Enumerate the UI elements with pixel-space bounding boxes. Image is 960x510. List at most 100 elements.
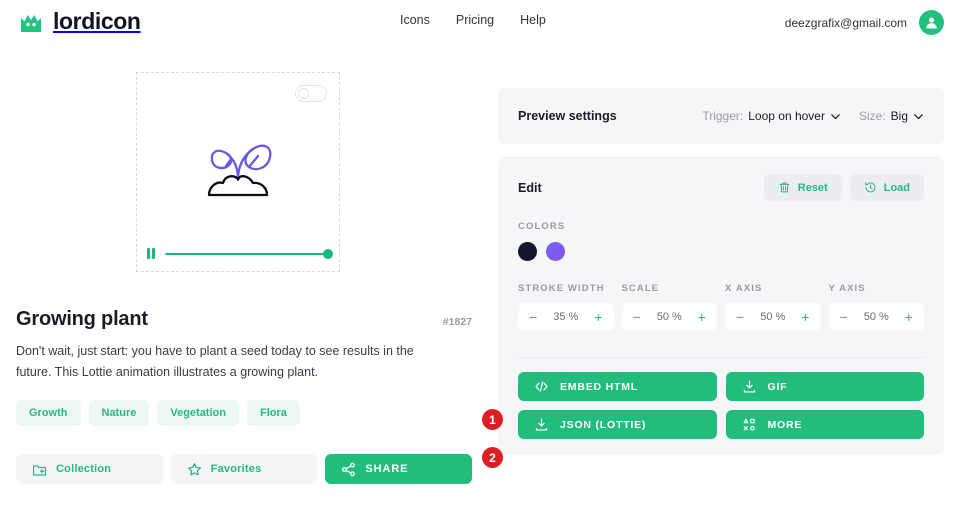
- star-icon: [187, 462, 202, 477]
- scale-label: SCALE: [621, 283, 660, 294]
- share-button[interactable]: SHARE: [325, 454, 473, 485]
- share-icon: [341, 462, 356, 477]
- preview-settings-panel: Preview settings Trigger: Loop on hover …: [498, 88, 944, 144]
- stroke-width-decrement[interactable]: −: [529, 310, 537, 324]
- icon-id: #1827: [442, 316, 472, 328]
- y-axis-increment[interactable]: +: [905, 310, 913, 324]
- x-axis-value: 50 %: [760, 311, 786, 323]
- collection-button[interactable]: Collection: [16, 454, 163, 485]
- x-axis-stepper: X AXIS − 50 % +: [725, 283, 821, 331]
- tag-item[interactable]: Growth: [16, 400, 81, 427]
- tag-list: Growth Nature Vegetation Flora: [16, 400, 472, 427]
- slider-thumb[interactable]: [323, 248, 333, 259]
- account-email: deezgrafix@gmail.com: [784, 15, 907, 30]
- more-button[interactable]: MORE: [725, 410, 924, 439]
- collection-button-label: Collection: [56, 463, 112, 476]
- folder-plus-icon: [32, 462, 47, 477]
- progress-slider[interactable]: [164, 248, 333, 259]
- nav-item-icons[interactable]: Icons: [400, 13, 430, 27]
- gif-label: GIF: [767, 380, 788, 393]
- settings-column: Preview settings Trigger: Loop on hover …: [482, 88, 944, 468]
- export-button-grid: EMBED HTML GIF JSON (LOTTIE) MORE: [518, 372, 924, 439]
- icon-title-row: Growing plant #1827: [16, 308, 472, 331]
- history-icon: [864, 181, 877, 194]
- embed-html-button[interactable]: EMBED HTML: [518, 372, 717, 401]
- scale-stepper: SCALE − 50 % +: [621, 283, 717, 331]
- brand-logo-link[interactable]: lordicon: [18, 8, 141, 35]
- icon-action-bar: Collection Favorites SHARE: [16, 454, 473, 485]
- toggle-knob: [298, 87, 309, 99]
- trash-icon: [778, 181, 791, 194]
- gif-button[interactable]: GIF: [725, 372, 924, 401]
- preview-theme-toggle[interactable]: [295, 85, 327, 102]
- color-swatch-primary[interactable]: [518, 242, 537, 261]
- tag-item[interactable]: Nature: [88, 400, 150, 427]
- chevron-down-icon: [830, 111, 841, 122]
- app-root: lordicon Icons Pricing Help deezgrafix@g…: [0, 0, 960, 510]
- y-axis-decrement[interactable]: −: [840, 310, 848, 324]
- x-axis-increment[interactable]: +: [801, 310, 809, 324]
- color-swatches: [518, 242, 924, 261]
- x-axis-decrement[interactable]: −: [736, 310, 744, 324]
- tag-item[interactable]: Flora: [246, 400, 300, 427]
- y-axis-label: Y AXIS: [828, 283, 866, 294]
- edit-divider: [518, 357, 924, 358]
- nav-item-help[interactable]: Help: [520, 13, 546, 27]
- favorites-button-label: Favorites: [210, 463, 262, 476]
- nav-item-pricing[interactable]: Pricing: [456, 13, 494, 27]
- y-axis-stepper: Y AXIS − 50 % +: [828, 283, 924, 331]
- growing-plant-icon: [195, 122, 281, 208]
- trigger-label: Trigger:: [702, 109, 744, 123]
- trigger-dropdown[interactable]: Trigger: Loop on hover: [702, 109, 841, 123]
- edit-panel: Edit Reset Load COLORS STROKE WIDTH − 35…: [482, 156, 944, 468]
- stroke-width-increment[interactable]: +: [594, 310, 602, 324]
- download-icon: [742, 379, 757, 394]
- brand-name: lordicon: [53, 8, 141, 34]
- load-button-label: Load: [883, 181, 910, 194]
- more-label: MORE: [767, 418, 803, 431]
- edit-title: Edit: [518, 180, 542, 195]
- load-button[interactable]: Load: [849, 174, 924, 201]
- chevron-down-icon: [913, 111, 924, 122]
- favorites-button[interactable]: Favorites: [170, 454, 318, 485]
- edit-panel-buttons: Reset Load: [763, 174, 924, 201]
- stepper-row: STROKE WIDTH − 35 % + SCALE − 50 % + X A…: [518, 283, 924, 331]
- shapes-icon: [742, 417, 757, 432]
- stroke-width-value: 35 %: [553, 311, 579, 323]
- tag-item[interactable]: Vegetation: [157, 400, 239, 427]
- page-title: Growing plant: [16, 308, 148, 330]
- reset-button-label: Reset: [797, 181, 828, 194]
- main-nav: Icons Pricing Help: [400, 13, 546, 27]
- trigger-value: Loop on hover: [748, 109, 825, 123]
- scale-increment[interactable]: +: [698, 310, 706, 324]
- stroke-width-label: STROKE WIDTH: [518, 283, 605, 294]
- icon-description: Don't wait, just start: you have to plan…: [16, 344, 414, 379]
- account-area[interactable]: deezgrafix@gmail.com: [785, 10, 944, 35]
- size-dropdown[interactable]: Size: Big: [859, 109, 924, 123]
- json-lottie-button[interactable]: JSON (LOTTIE): [518, 410, 717, 439]
- y-axis-box: − 50 % +: [828, 303, 924, 331]
- site-header: lordicon Icons Pricing Help deezgrafix@g…: [0, 0, 960, 46]
- embed-html-label: EMBED HTML: [560, 380, 638, 393]
- size-value: Big: [890, 109, 908, 123]
- scale-value: 50 %: [656, 311, 682, 323]
- size-label: Size:: [858, 109, 886, 123]
- icon-detail-column: Growing plant #1827 Don't wait, just sta…: [16, 72, 473, 485]
- share-button-label: SHARE: [365, 463, 409, 476]
- preview-settings-controls: Trigger: Loop on hover Size: Big: [702, 109, 924, 123]
- animation-preview[interactable]: [136, 72, 340, 272]
- scale-box: − 50 % +: [621, 303, 717, 331]
- preview-settings-title: Preview settings: [518, 109, 617, 123]
- download-icon: [534, 417, 549, 432]
- pause-icon[interactable]: [147, 248, 155, 259]
- reset-button[interactable]: Reset: [763, 174, 842, 201]
- scale-decrement[interactable]: −: [633, 310, 641, 324]
- x-axis-label: X AXIS: [725, 283, 763, 294]
- color-swatch-secondary[interactable]: [546, 242, 565, 261]
- crown-icon: [18, 9, 44, 35]
- x-axis-box: − 50 % +: [725, 303, 821, 331]
- user-avatar-icon[interactable]: [919, 10, 944, 35]
- code-icon: [534, 379, 549, 394]
- animation-player-controls: [147, 248, 333, 259]
- y-axis-value: 50 %: [863, 311, 889, 323]
